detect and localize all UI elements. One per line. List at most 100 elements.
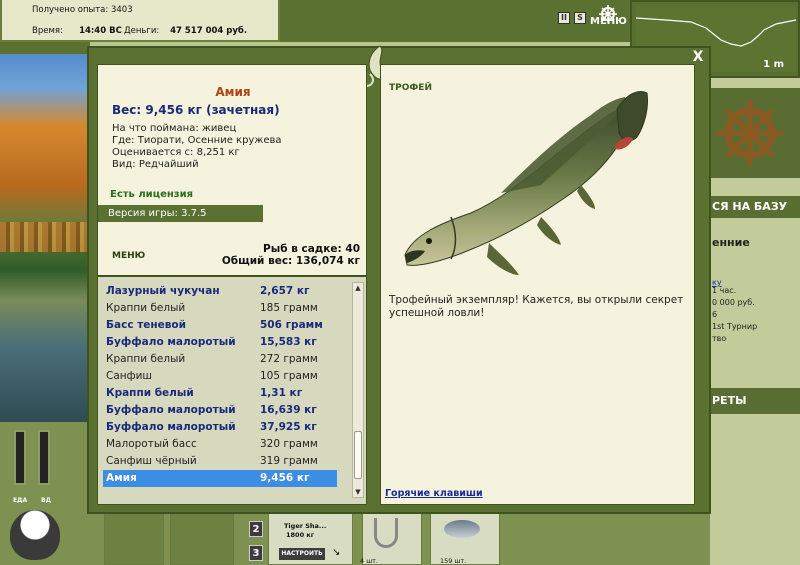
hook-count: 4 шт. bbox=[360, 557, 379, 565]
catch-row[interactable]: Лазурный чукучан 2,657 кг bbox=[103, 283, 337, 300]
side-text-4: 1st Турнир bbox=[712, 322, 758, 331]
bait-fish-icon bbox=[444, 520, 480, 538]
species-type-text: Вид: Редчайший bbox=[112, 159, 199, 170]
catch-row-weight: 185 грамм bbox=[260, 302, 318, 314]
catch-list[interactable]: Лазурный чукучан 2,657 кг Краппи белый 185 … bbox=[97, 276, 367, 505]
catch-row-fish-name: Буффало малоротый bbox=[106, 421, 236, 433]
xp-label: Получено опыта: bbox=[32, 5, 109, 15]
slot-number-3[interactable]: 3 bbox=[249, 545, 263, 561]
side-text-1: 1 час. bbox=[712, 286, 737, 295]
catch-row-fish-name: Буффало малоротый bbox=[106, 336, 236, 348]
time-label: Время: bbox=[32, 26, 63, 36]
catch-row-fish-name: Краппи белый bbox=[106, 387, 194, 399]
xp-value: 3403 bbox=[110, 5, 133, 15]
catch-row-fish-name: Малоротый басс bbox=[106, 438, 197, 450]
return-to-base-button[interactable]: СЯ НА БАЗУ bbox=[710, 196, 800, 218]
catch-row-weight: 1,31 кг bbox=[260, 387, 303, 399]
catch-row-fish-name: Краппи белый bbox=[106, 353, 186, 365]
catch-row-weight: 2,657 кг bbox=[260, 285, 310, 297]
money-line: Деньги: 47 517 004 руб. bbox=[124, 26, 247, 36]
catch-row[interactable]: Буффало малоротый 37,925 кг bbox=[103, 419, 337, 436]
bucket-slot[interactable] bbox=[170, 513, 234, 565]
top-menu-button[interactable]: МЕНЮ bbox=[590, 4, 627, 32]
fish-weight: Вес: 9,456 кг (зачетная) bbox=[112, 103, 280, 117]
side-panel: СЯ НА БАЗУ енние ку 1 час. 0 000 руб. 6 … bbox=[710, 78, 800, 565]
bowfin-fish-image bbox=[404, 91, 648, 275]
arrow-icon: ↘ bbox=[332, 547, 341, 558]
lake-landscape-image bbox=[0, 42, 90, 422]
lure-weight: 1800 кг bbox=[286, 531, 315, 539]
catch-row[interactable]: Малоротый басс 320 грамм bbox=[103, 436, 337, 453]
close-button[interactable]: X bbox=[690, 49, 706, 65]
total-weight: Общий вес: 136,074 кг bbox=[221, 255, 360, 267]
catch-row-fish-name: Краппи белый bbox=[106, 302, 186, 314]
status-hud: Получено опыта: 3403 Время: 14:40 ВС Ден… bbox=[0, 0, 280, 42]
catch-row-weight: 506 грамм bbox=[260, 319, 323, 331]
scroll-down-icon[interactable]: ▼ bbox=[353, 487, 363, 497]
catch-row-fish-name: Лазурный чукучан bbox=[106, 285, 220, 297]
game-logo bbox=[0, 42, 90, 54]
money-label: Деньги: bbox=[124, 26, 160, 36]
keepnet-stats: Рыб в садке: 40 Общий вес: 136,074 кг bbox=[222, 243, 360, 267]
xp-line: Получено опыта: 3403 bbox=[32, 5, 133, 15]
catch-row-fish-name: Санфиш чёрный bbox=[106, 455, 197, 467]
catch-row[interactable]: Буффало малоротый 15,583 кг bbox=[103, 334, 337, 351]
side-text-2: 0 000 руб. bbox=[712, 298, 755, 307]
money-value: 47 517 004 руб. bbox=[170, 26, 248, 36]
catch-row[interactable]: Басс теневой 506 грамм bbox=[103, 317, 337, 334]
scroll-thumb[interactable] bbox=[354, 431, 362, 479]
catch-row[interactable]: Краппи белый 272 грамм bbox=[103, 351, 337, 368]
slot-number-2[interactable]: 2 bbox=[249, 521, 263, 537]
lure-name: Tiger Sha... bbox=[284, 522, 327, 530]
setup-button[interactable]: НАСТРОИТЬ bbox=[279, 548, 325, 560]
license-status: Есть лицензия bbox=[110, 189, 194, 200]
catch-row-weight: 37,925 кг bbox=[260, 421, 317, 433]
sound-button[interactable]: S bbox=[574, 12, 586, 24]
water-label: ВД bbox=[41, 497, 51, 504]
dialog-menu-button[interactable]: МЕНЮ bbox=[112, 251, 145, 261]
hotkeys-link[interactable]: Горячие клавиши bbox=[385, 488, 483, 499]
fish-count: Рыб в садке: 40 bbox=[263, 243, 360, 255]
side-heading: енние bbox=[712, 236, 750, 249]
game-version: Версия игры: 3.7.5 bbox=[98, 205, 263, 222]
map-scale-label: 1 m bbox=[763, 59, 784, 70]
valued-from-text: Оценивается с: 8,251 кг bbox=[112, 147, 240, 158]
water-gauge bbox=[38, 430, 50, 485]
trophy-description: Трофейный экземпляр! Кажется, вы открыли… bbox=[389, 294, 684, 319]
catch-row-weight: 272 грамм bbox=[260, 353, 318, 365]
ship-wheel-icon bbox=[710, 88, 800, 178]
caught-on-text: На что поймана: живец bbox=[112, 123, 237, 134]
catch-row-fish-name: Амия bbox=[106, 472, 137, 484]
catch-row-fish-name: Басс теневой bbox=[106, 319, 186, 331]
catch-row[interactable]: Санфиш 105 грамм bbox=[103, 368, 337, 385]
top-menu-label: МЕНЮ bbox=[590, 16, 627, 27]
catch-row-selected[interactable]: Амия 9,456 кг bbox=[103, 470, 337, 487]
catch-row[interactable]: Краппи белый 185 грамм bbox=[103, 300, 337, 317]
bait-pot-icon[interactable] bbox=[10, 510, 60, 560]
location-text: Где: Тиорати, Осенние кружева bbox=[112, 135, 282, 146]
catch-row-weight: 105 грамм bbox=[260, 370, 318, 382]
food-gauge bbox=[14, 430, 26, 485]
time-line: Время: 14:40 ВС bbox=[32, 26, 122, 36]
hook-icon bbox=[374, 518, 398, 548]
catch-row[interactable]: Краппи белый 1,31 кг bbox=[103, 385, 337, 402]
basket-slot[interactable] bbox=[104, 513, 164, 565]
catch-row[interactable]: Буффало малоротый 16,639 кг bbox=[103, 402, 337, 419]
fish-info-panel: Амия Вес: 9,456 кг (зачетная) На что пой… bbox=[97, 64, 367, 276]
catch-row[interactable]: Санфиш чёрный 319 грамм bbox=[103, 453, 337, 470]
bait-count: 159 шт. bbox=[440, 557, 467, 565]
food-label: ЕДА bbox=[13, 497, 28, 504]
pause-button[interactable]: II bbox=[558, 12, 570, 24]
secrets-button[interactable]: РЕТЫ bbox=[710, 388, 800, 414]
catch-row-fish-name: Буффало малоротый bbox=[106, 404, 236, 416]
catch-row-weight: 320 грамм bbox=[260, 438, 318, 450]
catch-row-fish-name: Санфиш bbox=[106, 370, 153, 382]
catch-list-scrollbar[interactable]: ▲ ▼ bbox=[352, 282, 364, 498]
side-text-5: тво bbox=[712, 334, 727, 343]
top-bar: II S МЕНЮ bbox=[280, 0, 630, 42]
scroll-up-icon[interactable]: ▲ bbox=[353, 283, 363, 293]
catch-row-weight: 16,639 кг bbox=[260, 404, 317, 416]
top-bar-buttons: II S МЕНЮ bbox=[558, 4, 627, 32]
catch-row-weight: 15,583 кг bbox=[260, 336, 317, 348]
time-value: 14:40 ВС bbox=[79, 26, 122, 36]
